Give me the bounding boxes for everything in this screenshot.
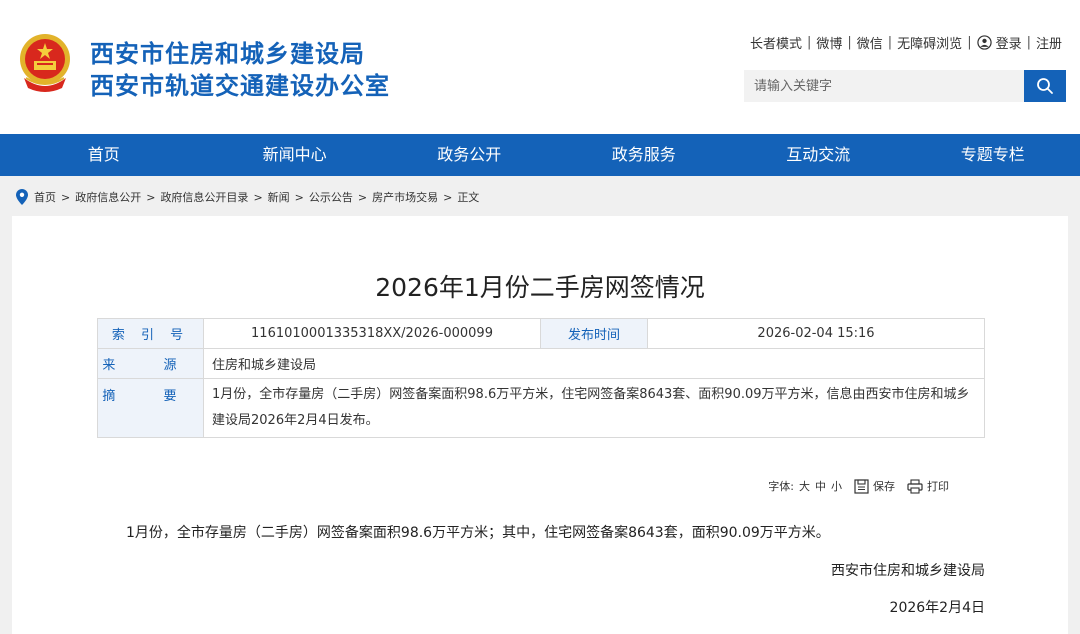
article-panel: 2026年1月份二手房网签情况 索 引 号 1161010001335318XX… [12,216,1068,634]
print-icon [907,478,923,494]
breadcrumb-separator: > [61,190,71,204]
main-nav: 首页 新闻中心 政务公开 政务服务 互动交流 专题专栏 [0,134,1080,176]
link-separator: | [847,35,852,50]
nav-item-gov-service[interactable]: 政务服务 [556,134,731,176]
breadcrumb-separator: > [357,190,368,204]
source-value: 住房和城乡建设局 [203,348,985,379]
nav-item-news[interactable]: 新闻中心 [207,134,382,176]
font-size-label: 字体: [768,480,794,493]
article-signature-org: 西安市住房和城乡建设局 [831,563,985,579]
breadcrumb-separator: > [146,190,156,204]
save-icon [854,478,869,494]
save-label: 保存 [873,480,895,493]
link-separator: | [806,35,812,50]
search-button[interactable] [1024,70,1066,102]
save-button[interactable]: 保存 [854,478,895,494]
nav-item-gov-open[interactable]: 政务公开 [382,134,557,176]
weibo-link[interactable]: 微博 [816,33,842,52]
source-label: 来 源 [97,348,204,379]
top-links: 长者模式 | 微博 | 微信 | 无障碍浏览 | 登录 | 注册 [750,33,1062,52]
article-signature-date: 2026年2月4日 [889,600,985,616]
accessibility-link[interactable]: 无障碍浏览 [897,33,962,52]
wechat-link[interactable]: 微信 [857,33,883,52]
breadcrumb-separator: > [294,190,304,204]
breadcrumb-current: 正文 [457,191,480,204]
elder-mode-link[interactable]: 长者模式 [750,33,802,52]
summary-value: 1月份，全市存量房（二手房）网签备案面积98.6万平方米，住宅网签备案8643套… [203,378,985,438]
link-separator: | [1026,35,1031,50]
article-title: 2026年1月份二手房网签情况 [375,273,705,302]
national-emblem-icon [20,34,70,92]
breadcrumb-news[interactable]: 新闻 [268,189,290,205]
breadcrumb: 首页 > 政府信息公开 > 政府信息公开目录 > 新闻 > 公示公告 > 房产市… [16,187,479,207]
nav-item-topics[interactable]: 专题专栏 [905,134,1080,176]
font-size-small[interactable]: 小 [831,478,842,494]
summary-label: 摘 要 [97,378,204,438]
nav-item-interaction[interactable]: 互动交流 [731,134,906,176]
site-header: 西安市住房和城乡建设局 西安市轨道交通建设办公室 长者模式 | 微博 | 微信 … [0,0,1080,134]
breadcrumb-gov-info[interactable]: 政府信息公开 [75,189,141,205]
link-separator: | [967,35,972,50]
breadcrumb-home[interactable]: 首页 [34,189,56,205]
article-meta-table: 索 引 号 1161010001335318XX/2026-000099 发布时… [97,318,985,438]
user-icon [976,35,992,50]
index-value: 1161010001335318XX/2026-000099 [203,318,541,349]
site-title-line1: 西安市住房和城乡建设局 [90,40,365,68]
search-icon [1037,78,1053,94]
breadcrumb-separator: > [443,190,453,204]
breadcrumb-gov-info-catalog[interactable]: 政府信息公开目录 [160,189,248,205]
index-label: 索 引 号 [97,318,204,349]
breadcrumb-announcements[interactable]: 公示公告 [309,189,353,205]
print-button[interactable]: 打印 [907,478,949,494]
breadcrumb-separator: > [253,190,263,204]
font-size-medium[interactable]: 中 [815,478,826,494]
location-pin-icon [16,189,28,205]
login-link[interactable]: 登录 [996,33,1022,52]
publish-time-value: 2026-02-04 15:16 [647,318,985,349]
article-body: 1月份，全市存量房（二手房）网签备案面积98.6万平方米；其中，住宅网签备案86… [126,525,830,541]
article-tools: 字体: 大 中 小 保存 打印 [768,478,949,494]
breadcrumb-housing-market[interactable]: 房产市场交易 [372,189,438,205]
link-separator: | [887,35,893,50]
register-link[interactable]: 注册 [1036,33,1062,52]
font-size-large[interactable]: 大 [799,478,810,494]
publish-time-label: 发布时间 [540,318,648,349]
print-label: 打印 [927,480,949,493]
search-box [744,70,1066,102]
nav-item-home[interactable]: 首页 [0,134,207,176]
search-input[interactable] [744,70,1024,102]
site-title-line2: 西安市轨道交通建设办公室 [90,72,390,100]
